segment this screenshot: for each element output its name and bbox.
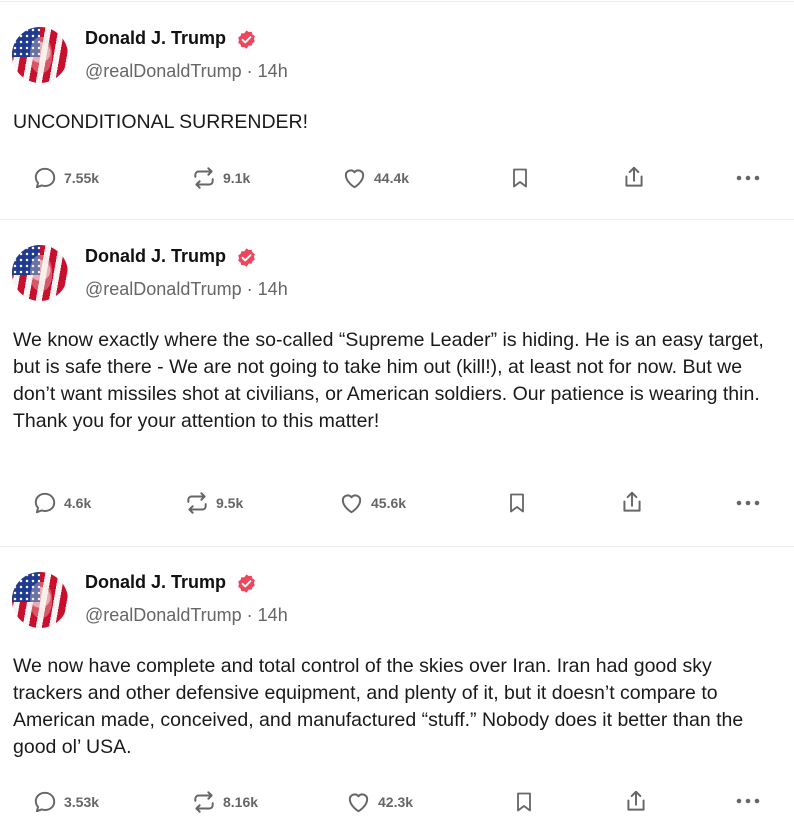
avatar[interactable]: [12, 27, 68, 83]
speech-bubble-icon: [34, 791, 56, 813]
heart-icon: [344, 169, 365, 189]
avatar[interactable]: [12, 245, 68, 301]
repost-button[interactable]: 8.16k: [191, 789, 258, 815]
reply-count: 3.53k: [64, 794, 100, 810]
repost-button[interactable]: 9.5k: [184, 490, 243, 516]
author-handle[interactable]: @realDonaldTrump: [85, 61, 242, 81]
post-time[interactable]: 14h: [258, 61, 288, 81]
verified-badge-icon: [238, 248, 255, 267]
share-upload-icon[interactable]: [621, 164, 647, 191]
more-dots-icon[interactable]: [735, 793, 761, 809]
reply-button[interactable]: 3.53k: [32, 789, 99, 815]
reply-count: 7.55k: [64, 170, 100, 186]
like-button[interactable]: 42.3k: [345, 789, 413, 815]
post-time[interactable]: 14h: [258, 279, 288, 299]
separator-dot: ·: [241, 605, 258, 625]
author-handle-line: @realDonaldTrump · 14h: [85, 605, 288, 626]
author-handle[interactable]: @realDonaldTrump: [85, 279, 242, 299]
post-time[interactable]: 14h: [258, 605, 288, 625]
post-text: We now have complete and total control o…: [13, 655, 744, 758]
like-button[interactable]: 44.4k: [341, 165, 409, 191]
like-count: 44.4k: [374, 170, 410, 186]
reply-count: 4.6k: [64, 495, 92, 511]
more-dots-icon[interactable]: [735, 495, 761, 511]
like-count: 42.3k: [378, 794, 414, 810]
separator-dot: ·: [241, 61, 258, 81]
bookmark-icon[interactable]: [505, 490, 529, 516]
bookmark-icon[interactable]: [512, 789, 536, 815]
divider-top: [0, 1, 794, 2]
separator-dot: ·: [241, 279, 258, 299]
repost-count: 8.16k: [223, 794, 259, 810]
like-button[interactable]: 45.6k: [338, 490, 406, 516]
repost-arrows-icon: [194, 167, 214, 189]
divider: [0, 219, 794, 220]
author-handle-line: @realDonaldTrump · 14h: [85, 279, 288, 300]
like-count: 45.6k: [371, 495, 407, 511]
author-handle-line: @realDonaldTrump · 14h: [85, 61, 288, 82]
author-name[interactable]: Donald J. Trump: [85, 572, 226, 593]
verified-badge-icon: [238, 30, 255, 49]
more-dots-icon[interactable]: [735, 170, 761, 186]
share-upload-icon[interactable]: [623, 788, 649, 815]
repost-button[interactable]: 9.1k: [191, 165, 250, 191]
post-text: We know exactly where the so-called “Sup…: [13, 329, 764, 432]
repost-arrows-icon: [194, 791, 214, 813]
speech-bubble-icon: [34, 492, 56, 514]
author-name[interactable]: Donald J. Trump: [85, 246, 226, 267]
divider: [0, 546, 794, 547]
reply-button[interactable]: 4.6k: [32, 490, 91, 516]
heart-icon: [341, 494, 362, 514]
reply-button[interactable]: 7.55k: [32, 165, 99, 191]
speech-bubble-icon: [34, 167, 56, 189]
author-name[interactable]: Donald J. Trump: [85, 28, 226, 49]
author-handle[interactable]: @realDonaldTrump: [85, 605, 242, 625]
verified-badge-icon: [238, 574, 255, 593]
bookmark-icon[interactable]: [508, 165, 532, 191]
repost-count: 9.1k: [223, 170, 251, 186]
avatar[interactable]: [12, 572, 68, 628]
share-upload-icon[interactable]: [619, 489, 645, 516]
repost-count: 9.5k: [216, 495, 244, 511]
repost-arrows-icon: [187, 492, 207, 514]
post-text: UNCONDITIONAL SURRENDER!: [13, 111, 309, 133]
heart-icon: [348, 793, 369, 813]
